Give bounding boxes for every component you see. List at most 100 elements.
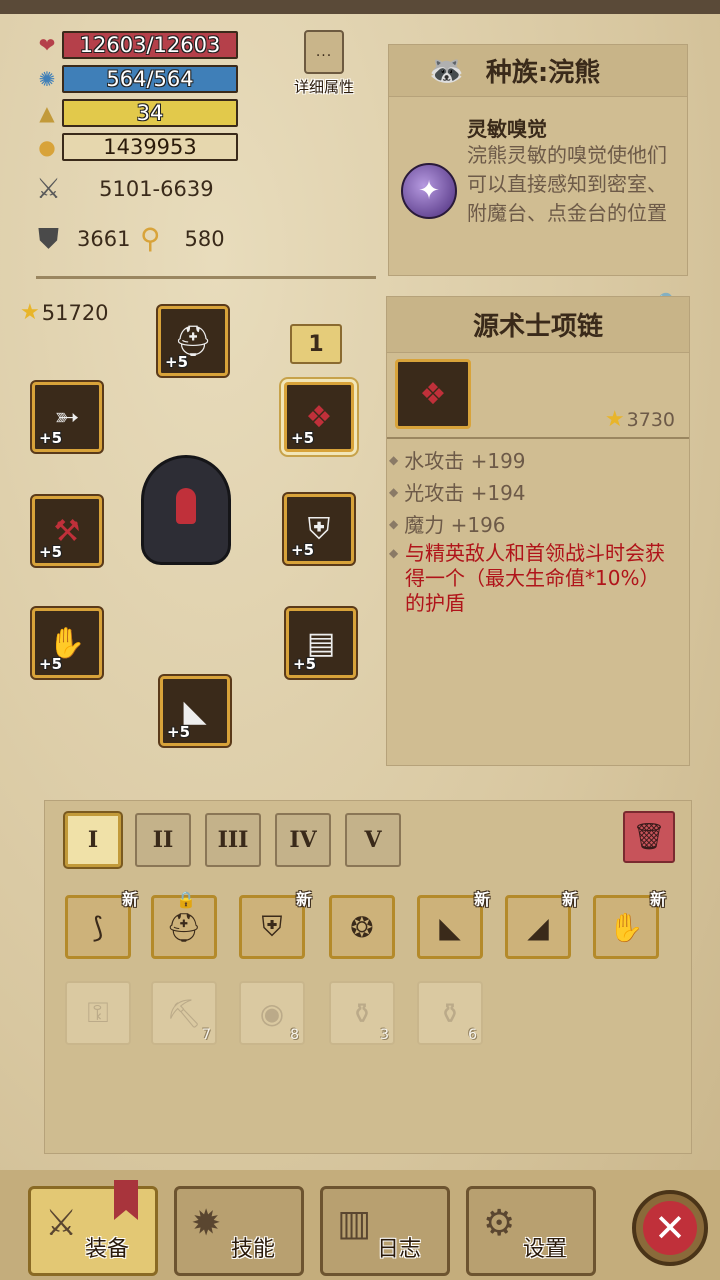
helm-item-icon: ⛑: [166, 910, 202, 944]
boots-item-icon: ◣: [439, 910, 461, 944]
consumable-slot[interactable]: ⛏ 7: [151, 981, 217, 1045]
inventory-panel: I II III IV V 🗑 ⟆ 新 🔒 ⛑ ⛨ 新 ❂ ◣ 新 ◢ 新 ✋ …: [44, 800, 692, 1154]
eye-scroll-icon: ◉: [259, 996, 285, 1030]
gold-icon: ●: [38, 135, 56, 159]
inventory-item[interactable]: ❂: [329, 895, 395, 959]
consumable-slot[interactable]: ⚱ 6: [417, 981, 483, 1045]
race-title: 种族:浣熊: [485, 58, 601, 88]
attack-value: 5101-6639: [99, 176, 214, 201]
close-icon: ✕: [643, 1201, 697, 1255]
tab-1[interactable]: I: [65, 813, 121, 867]
blue-potion-icon: ⚱: [438, 996, 462, 1030]
trait-name: 灵敏嗅觉: [467, 117, 547, 141]
item-value-text: 3730: [626, 408, 675, 431]
defense-value: 3661: [77, 227, 131, 251]
crossed-swords-icon: ⚔: [36, 172, 62, 205]
gauntlet-item-icon: ✋: [608, 910, 644, 944]
star-icon: ★: [20, 300, 40, 325]
nav-skills[interactable]: ✹ 技能: [174, 1186, 304, 1276]
nav-equipment[interactable]: ⚔ 装备: [28, 1186, 158, 1276]
book-icon: ▥: [337, 1203, 372, 1244]
nav-log[interactable]: ▥ 日志: [320, 1186, 450, 1276]
raccoon-icon: 🦝: [429, 54, 464, 87]
defense-stat: ⛊ 3661: [38, 222, 130, 256]
item-value: ★ 3730: [605, 407, 675, 432]
tab-2[interactable]: II: [135, 813, 191, 867]
trash-icon[interactable]: 🗑: [623, 811, 675, 863]
axe-nav-icon: ⚔: [45, 1203, 78, 1244]
section-divider: [36, 276, 376, 279]
lock-icon: 🔒: [176, 890, 196, 909]
equipment-power-value: 51720: [41, 300, 109, 325]
tab-5[interactable]: V: [345, 813, 401, 867]
race-panel: 🦝 种族:浣熊 灵敏嗅觉 ✦ 浣熊灵敏的嗅觉使他们可以直接感知到密室、附魔台、点…: [388, 44, 688, 276]
red-potion-icon: ⚱: [350, 996, 374, 1030]
more-icon: ...: [304, 30, 344, 74]
equipment-power: ★ 51720: [20, 300, 109, 325]
offhand-slot[interactable]: ⚒ +5: [32, 496, 102, 566]
level-row: ▲ 34: [34, 98, 238, 128]
item-title: 源术士项链: [472, 312, 603, 342]
diamond-bullet-icon: ◆: [389, 484, 399, 499]
consumable-slot[interactable]: ⚱ 3: [329, 981, 395, 1045]
item-separator: [387, 437, 689, 439]
heart-icon: ❤: [38, 33, 56, 57]
magic-stat: ⚲ 580: [140, 222, 225, 255]
hp-row: ❤ 12603/12603: [34, 30, 238, 60]
inventory-item[interactable]: 🔒 ⛑: [151, 890, 217, 959]
magic-value: 580: [184, 226, 225, 251]
hp-bar: 12603/12603: [62, 31, 238, 59]
bead-necklace-icon: ❂: [350, 910, 374, 944]
weapon-slot[interactable]: ➳ +5: [32, 382, 102, 452]
helmet-slot[interactable]: ⛑ +5: [158, 306, 228, 376]
inventory-item[interactable]: ⛨ 新: [239, 890, 312, 959]
tab-4[interactable]: IV: [275, 813, 331, 867]
item-attribute: ◆ 光攻击 +194: [389, 481, 526, 505]
gold-bar: 1439953: [62, 133, 238, 161]
skill-icon: ✹: [191, 1203, 222, 1244]
race-header: 🦝 种族:浣熊: [389, 45, 687, 97]
inventory-item[interactable]: ◣ 新: [417, 890, 490, 959]
diamond-bullet-icon: ◆: [389, 516, 399, 531]
boots-slot[interactable]: ◣ +5: [160, 676, 230, 746]
close-button[interactable]: ✕: [632, 1190, 708, 1266]
armor-slot[interactable]: ⛨ +5: [284, 494, 354, 564]
consumable-slot[interactable]: ⚿: [65, 981, 131, 1045]
inventory-item[interactable]: ⟆ 新: [65, 890, 138, 959]
item-header: 源术士项链: [387, 297, 689, 353]
necklace-image-icon: ❖: [395, 359, 471, 429]
detail-attributes-button[interactable]: ... 详细属性: [286, 30, 362, 96]
level-icon: ▲: [39, 101, 55, 125]
loadout-tag[interactable]: 1: [290, 324, 342, 364]
hero-body: [141, 455, 231, 565]
mp-bar: 564/564: [62, 65, 238, 93]
trait-icon[interactable]: ✦: [401, 163, 457, 219]
attack-stat: ⚔ 5101-6639: [36, 172, 214, 205]
nav-settings[interactable]: ⚙ 设置: [466, 1186, 596, 1276]
consumable-slot[interactable]: ◉ 8: [239, 981, 305, 1045]
thorn-whip-icon: ⟆: [92, 910, 104, 944]
necklace-slot[interactable]: ❖ +5: [284, 382, 354, 452]
level-bar: 34: [62, 99, 238, 127]
detail-attributes-label: 详细属性: [293, 78, 354, 96]
shield-icon: ⛊: [38, 222, 60, 255]
magic-wand-icon: ⚲: [140, 222, 161, 255]
pickaxe-icon: ⛏: [166, 996, 202, 1030]
inventory-item[interactable]: ◢ 新: [505, 890, 578, 959]
item-special-effect: ◆ 与精英敌人和首领战斗时会获得一个（最大生命值*10%）的护盾: [389, 541, 665, 615]
belt-slot[interactable]: ▤ +5: [286, 608, 356, 678]
gold-row: ● 1439953: [34, 132, 238, 162]
gloves-slot[interactable]: ✋ +5: [32, 608, 102, 678]
item-attribute: ◆ 魔力 +196: [389, 513, 506, 537]
armor-item-icon: ⛨: [261, 910, 283, 943]
thorn-key-icon: ⚿: [87, 996, 109, 1029]
hero-character: [116, 430, 256, 590]
tab-3[interactable]: III: [205, 813, 261, 867]
item-attribute: ◆ 水攻击 +199: [389, 449, 526, 473]
mp-row: ✺ 564/564: [34, 64, 238, 94]
diamond-bullet-icon: ◆: [389, 452, 399, 467]
diamond-bullet-icon: ◆: [389, 546, 399, 560]
greaves-item-icon: ◢: [527, 910, 549, 944]
inventory-item[interactable]: ✋ 新: [593, 890, 666, 959]
item-detail-panel: 源术士项链 ❖ ★ 3730 ◆ 水攻击 +199 ◆ 光攻击 +194 ◆ 魔…: [386, 296, 690, 766]
